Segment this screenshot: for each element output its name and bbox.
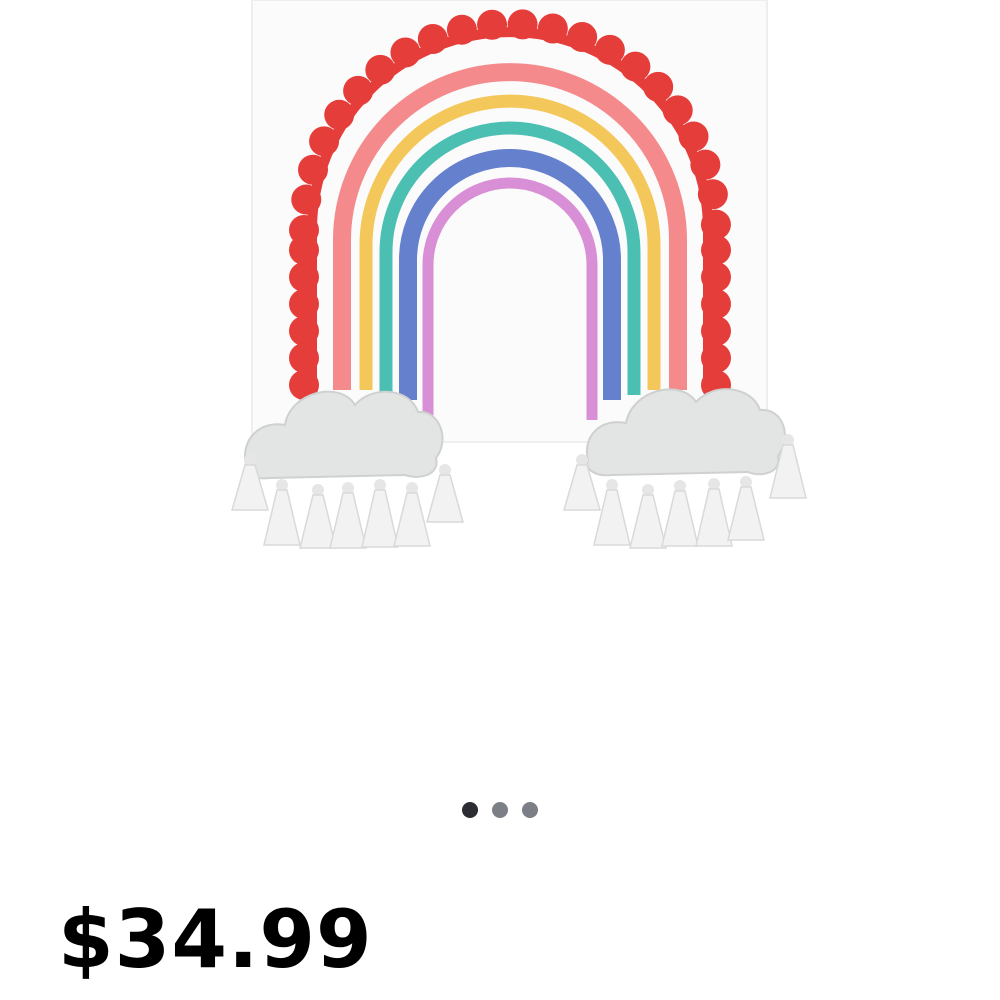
- product-image[interactable]: [0, 0, 1000, 780]
- carousel-dot-1[interactable]: [462, 802, 478, 818]
- carousel-dot-3[interactable]: [522, 802, 538, 818]
- product-price: $34.99: [58, 893, 373, 986]
- product-screen: $34.99: [0, 0, 1000, 1000]
- carousel-dot-2[interactable]: [492, 802, 508, 818]
- carousel-pagination: [0, 802, 1000, 818]
- rainbow-wall-hanging-icon: [231, 0, 807, 549]
